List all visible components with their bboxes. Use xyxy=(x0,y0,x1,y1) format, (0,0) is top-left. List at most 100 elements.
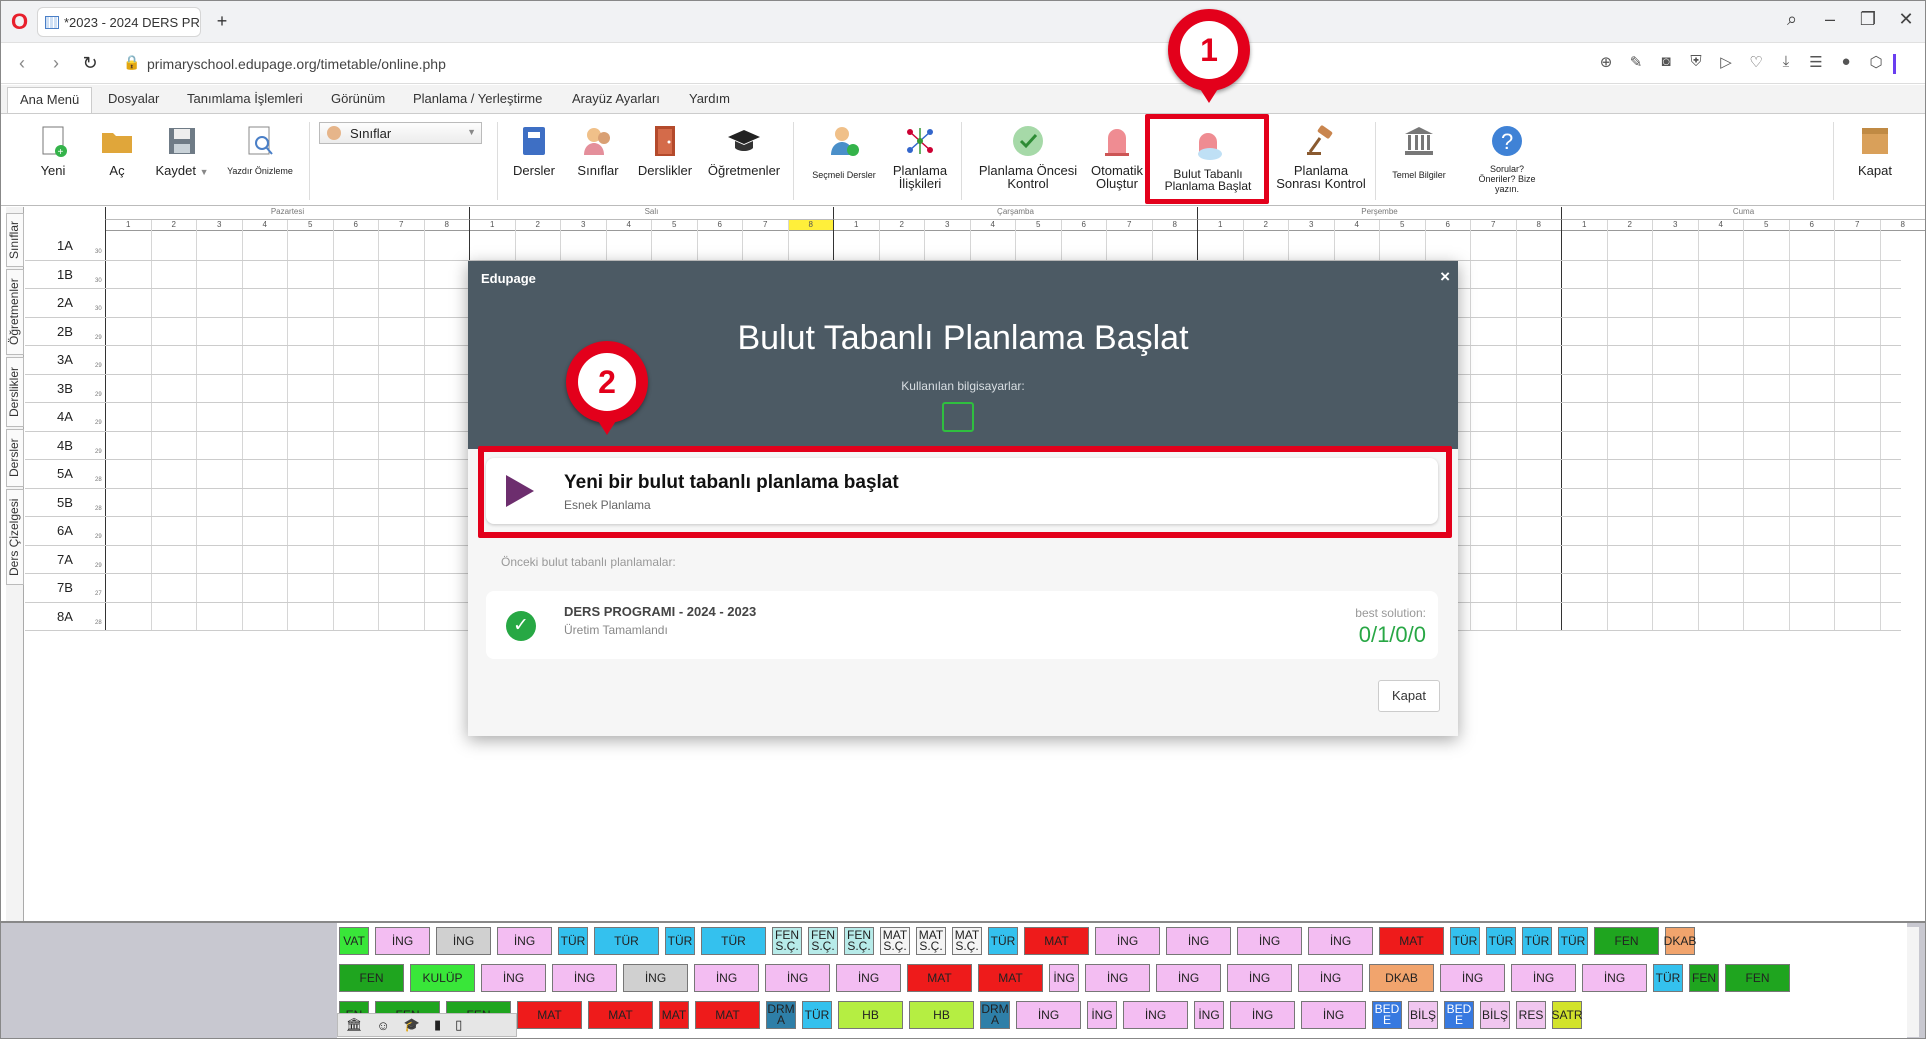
classes-button[interactable]: Sınıflar xyxy=(573,124,623,177)
period-header[interactable]: 5 xyxy=(651,220,697,231)
subjects-button[interactable]: Dersler xyxy=(509,124,559,177)
lesson-card[interactable]: BİLŞ xyxy=(1408,1001,1438,1029)
lesson-card[interactable]: İNG xyxy=(1087,1001,1117,1029)
period-header[interactable]: 4 xyxy=(605,220,651,231)
lesson-card[interactable]: HB xyxy=(909,1001,974,1029)
book-icon[interactable]: ▮ xyxy=(434,1017,441,1033)
period-header[interactable]: 4 xyxy=(969,220,1015,231)
opera-logo-icon[interactable]: O xyxy=(11,11,31,33)
period-header[interactable]: 2 xyxy=(514,220,560,231)
teachers-button[interactable]: Öğretmenler xyxy=(705,124,783,177)
lesson-card[interactable]: BED E xyxy=(1372,1001,1402,1029)
period-header[interactable]: 1 xyxy=(105,220,151,231)
save-button[interactable]: Kaydet ▼ xyxy=(151,124,213,179)
lesson-card[interactable]: FEN S.Ç. xyxy=(844,927,874,955)
close-window-button[interactable]: ✕ xyxy=(1893,9,1919,30)
lesson-card[interactable]: İNG xyxy=(1095,927,1160,955)
relations-button[interactable]: Planlama İlişkileri xyxy=(887,124,953,190)
lesson-card[interactable]: MAT xyxy=(517,1001,582,1029)
lesson-card[interactable]: İNG xyxy=(1194,1001,1224,1029)
period-header[interactable]: 4 xyxy=(241,220,287,231)
lesson-card[interactable]: İNG xyxy=(552,964,617,992)
post-check-button[interactable]: Planlama Sonrası Kontrol xyxy=(1273,124,1369,190)
lesson-card[interactable]: İNG xyxy=(1227,964,1292,992)
lesson-card[interactable]: İNG xyxy=(1440,964,1505,992)
period-header[interactable]: 8 xyxy=(1879,220,1925,231)
period-header[interactable]: 2 xyxy=(1606,220,1652,231)
forward-button[interactable]: › xyxy=(45,53,67,74)
lesson-card[interactable]: İNG xyxy=(497,927,552,955)
period-header[interactable]: 1 xyxy=(469,220,515,231)
lesson-card[interactable]: MAT xyxy=(695,1001,760,1029)
previous-plan-item[interactable]: ✓ DERS PROGRAMI - 2024 - 2023 Üretim Tam… xyxy=(486,591,1438,659)
period-header[interactable]: 8 xyxy=(1151,220,1197,231)
lesson-card[interactable]: BED E xyxy=(1444,1001,1474,1029)
back-button[interactable]: ‹ xyxy=(11,53,33,74)
period-header[interactable]: 5 xyxy=(1379,220,1425,231)
class-row-label[interactable]: 1B xyxy=(25,267,105,282)
lesson-card[interactable]: İNG xyxy=(1085,964,1150,992)
lesson-card[interactable]: TÜR xyxy=(594,927,659,955)
lesson-card[interactable]: İNG xyxy=(436,927,491,955)
class-row-label[interactable]: 2B xyxy=(25,324,105,339)
class-row-label[interactable]: 7B xyxy=(25,580,105,595)
cube-icon[interactable]: ⬡ xyxy=(1867,53,1885,71)
open-button[interactable]: Aç xyxy=(97,124,137,177)
restore-button[interactable]: ❐ xyxy=(1855,9,1881,30)
tab-planlama[interactable]: Planlama / Yerleştirme xyxy=(413,91,542,106)
period-header[interactable]: 3 xyxy=(924,220,970,231)
period-header[interactable]: 7 xyxy=(742,220,788,231)
lesson-card[interactable]: MAT xyxy=(978,964,1043,992)
lesson-card[interactable]: FEN xyxy=(1594,927,1659,955)
class-row-label[interactable]: 5B xyxy=(25,495,105,510)
lesson-card[interactable]: İNG xyxy=(1237,927,1302,955)
class-row-label[interactable]: 5A xyxy=(25,466,105,481)
lesson-card[interactable]: MAT xyxy=(588,1001,653,1029)
period-header[interactable]: 6 xyxy=(332,220,378,231)
lesson-card[interactable]: MAT S.Ç. xyxy=(916,927,946,955)
tray-scrollbar[interactable] xyxy=(1907,927,1919,1037)
reload-button[interactable]: ↻ xyxy=(79,53,101,74)
period-header[interactable]: 6 xyxy=(1060,220,1106,231)
edit-icon[interactable]: ✎ xyxy=(1627,53,1645,71)
download-icon[interactable]: ⤓ xyxy=(1777,53,1795,71)
side-tab-teachers[interactable]: Öğretmenler xyxy=(6,269,24,355)
tab-dosyalar[interactable]: Dosyalar xyxy=(108,91,159,106)
zoom-icon[interactable]: ⊕ xyxy=(1597,53,1615,71)
class-row-label[interactable]: 2A xyxy=(25,295,105,310)
lesson-card[interactable]: İNG xyxy=(1166,927,1231,955)
lesson-card[interactable]: FEN xyxy=(1725,964,1790,992)
period-header[interactable]: 2 xyxy=(878,220,924,231)
lesson-card[interactable]: İNG xyxy=(1123,1001,1188,1029)
classrooms-button[interactable]: Derslikler xyxy=(635,124,695,177)
lesson-card[interactable]: TÜR xyxy=(665,927,695,955)
lesson-card[interactable]: FEN xyxy=(339,964,404,992)
lesson-card[interactable]: MAT xyxy=(659,1001,689,1029)
lesson-card[interactable]: TÜR xyxy=(1522,927,1552,955)
lesson-card[interactable]: TÜR xyxy=(1450,927,1480,955)
print-preview-button[interactable]: Yazdır Önizleme xyxy=(221,124,299,176)
graduation-cap-icon[interactable]: 🎓 xyxy=(404,1017,420,1033)
lesson-card[interactable]: FEN S.Ç. xyxy=(808,927,838,955)
sidebar-toggle-icon[interactable] xyxy=(1893,54,1913,74)
heart-icon[interactable]: ♡ xyxy=(1747,53,1765,71)
lesson-card[interactable]: İNG xyxy=(836,964,901,992)
class-row-label[interactable]: 4B xyxy=(25,438,105,453)
period-header[interactable]: 3 xyxy=(1288,220,1334,231)
class-row-label[interactable]: 7A xyxy=(25,552,105,567)
new-tab-button[interactable]: + xyxy=(211,11,233,33)
basic-info-button[interactable]: Temel Bilgiler xyxy=(1385,124,1453,180)
period-header[interactable]: 2 xyxy=(150,220,196,231)
lesson-card[interactable]: İNG xyxy=(1298,964,1363,992)
lesson-card[interactable]: İNG xyxy=(1582,964,1647,992)
lesson-card[interactable]: TÜR xyxy=(1653,964,1683,992)
lesson-card[interactable]: DKAB xyxy=(1664,927,1696,955)
lesson-card[interactable]: İNG xyxy=(1156,964,1221,992)
lesson-card[interactable]: İNG xyxy=(1308,927,1373,955)
lesson-card[interactable]: MAT S.Ç. xyxy=(880,927,910,955)
door-icon[interactable]: ▯ xyxy=(455,1017,462,1033)
tab-tanimlama[interactable]: Tanımlama İşlemleri xyxy=(187,91,303,106)
class-row-label[interactable]: 1A xyxy=(25,238,105,253)
lesson-card[interactable]: İNG xyxy=(1301,1001,1366,1029)
lesson-card[interactable]: İNG xyxy=(1049,964,1079,992)
